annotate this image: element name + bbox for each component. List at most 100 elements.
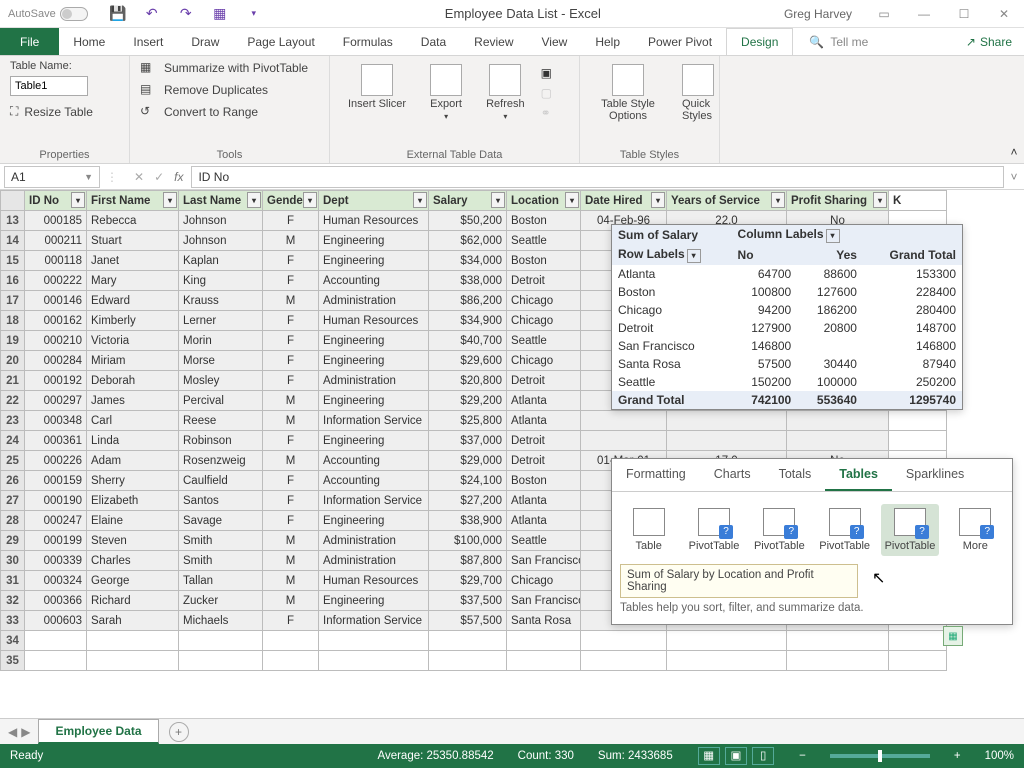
page-break-view-icon[interactable]: ▯ [752, 747, 774, 765]
column-header[interactable]: K [889, 191, 947, 211]
cell[interactable]: $20,800 [429, 371, 507, 391]
cell[interactable]: 000603 [25, 611, 87, 631]
worksheet-grid[interactable]: ID No▾First Name▾Last Name▾Gender▾Dept▾S… [0, 190, 1024, 680]
tab-view[interactable]: View [528, 28, 582, 55]
tablename-input[interactable] [10, 76, 88, 96]
cell[interactable]: Chicago [507, 311, 581, 331]
cell[interactable]: 000159 [25, 471, 87, 491]
cell[interactable]: $40,700 [429, 331, 507, 351]
cell[interactable]: Atlanta [507, 491, 581, 511]
cell[interactable]: Lerner [179, 311, 263, 331]
cell[interactable] [889, 411, 947, 431]
cell[interactable]: 000210 [25, 331, 87, 351]
zoom-out-icon[interactable]: − [799, 750, 806, 762]
cell[interactable]: $87,800 [429, 551, 507, 571]
cell[interactable]: Percival [179, 391, 263, 411]
row-header[interactable]: 22 [1, 391, 25, 411]
cell[interactable]: M [263, 531, 319, 551]
summarize-pivot-button[interactable]: ▦Summarize with PivotTable [140, 60, 319, 76]
cell[interactable]: Administration [319, 291, 429, 311]
cell[interactable]: Engineering [319, 231, 429, 251]
cell[interactable]: F [263, 331, 319, 351]
cell[interactable]: George [87, 571, 179, 591]
convert-range-button[interactable]: ↺Convert to Range [140, 104, 319, 120]
cell[interactable]: 000192 [25, 371, 87, 391]
undo-icon[interactable]: ↶ [144, 6, 160, 22]
column-labels-filter-icon[interactable]: ▾ [826, 229, 840, 243]
cell[interactable] [667, 411, 787, 431]
select-all[interactable] [1, 191, 25, 211]
cancel-icon[interactable]: ✕ [134, 170, 144, 184]
cell[interactable]: Morse [179, 351, 263, 371]
export-button[interactable]: Export▾ [422, 60, 470, 125]
cell[interactable]: Morin [179, 331, 263, 351]
cell[interactable]: F [263, 511, 319, 531]
filter-icon[interactable]: ▾ [651, 192, 665, 208]
cell[interactable]: F [263, 471, 319, 491]
column-header[interactable]: Salary▾ [429, 191, 507, 211]
cell[interactable]: 000185 [25, 211, 87, 231]
autosave-switch[interactable] [60, 7, 88, 21]
cell[interactable]: Detroit [507, 431, 581, 451]
quick-styles-button[interactable]: Quick Styles [674, 60, 722, 126]
tab-design[interactable]: Design [726, 28, 793, 55]
cell[interactable]: $37,000 [429, 431, 507, 451]
qat-icon[interactable]: ▦ [212, 6, 228, 22]
row-header[interactable]: 21 [1, 371, 25, 391]
cell[interactable]: Deborah [87, 371, 179, 391]
cell[interactable]: $29,600 [429, 351, 507, 371]
cell[interactable]: $86,200 [429, 291, 507, 311]
cell[interactable]: James [87, 391, 179, 411]
cell[interactable]: Sarah [87, 611, 179, 631]
cell[interactable]: $62,000 [429, 231, 507, 251]
close-icon[interactable]: ✕ [984, 0, 1024, 28]
cell[interactable]: $34,000 [429, 251, 507, 271]
autosave-toggle[interactable]: AutoSave [8, 7, 88, 21]
row-header[interactable]: 28 [1, 511, 25, 531]
cell[interactable]: Accounting [319, 471, 429, 491]
remove-duplicates-button[interactable]: ▤Remove Duplicates [140, 82, 319, 98]
cell[interactable]: Engineering [319, 251, 429, 271]
cell[interactable]: F [263, 351, 319, 371]
cell[interactable]: Santa Rosa [507, 611, 581, 631]
cell[interactable]: Johnson [179, 231, 263, 251]
cell[interactable]: $34,900 [429, 311, 507, 331]
cell[interactable]: Kaplan [179, 251, 263, 271]
tab-draw[interactable]: Draw [177, 28, 233, 55]
formula-input[interactable]: ID No [191, 166, 1004, 188]
row-header[interactable]: 29 [1, 531, 25, 551]
cell[interactable]: Tallan [179, 571, 263, 591]
column-header[interactable]: Date Hired▾ [581, 191, 667, 211]
page-layout-view-icon[interactable]: ▣ [725, 747, 747, 765]
cell[interactable]: Accounting [319, 451, 429, 471]
cell[interactable]: $29,000 [429, 451, 507, 471]
cell[interactable]: Krauss [179, 291, 263, 311]
column-header[interactable]: Profit Sharing▾ [787, 191, 889, 211]
cell[interactable]: 000222 [25, 271, 87, 291]
cell[interactable]: $57,500 [429, 611, 507, 631]
cell[interactable]: Detroit [507, 451, 581, 471]
table-style-options-button[interactable]: Table Style Options [590, 60, 666, 126]
cell[interactable]: Engineering [319, 431, 429, 451]
cell[interactable]: Miriam [87, 351, 179, 371]
cell[interactable]: 000199 [25, 531, 87, 551]
cell[interactable]: M [263, 411, 319, 431]
cell[interactable]: $37,500 [429, 591, 507, 611]
cell[interactable]: Detroit [507, 271, 581, 291]
cell[interactable]: Information Service [319, 411, 429, 431]
cell[interactable]: Chicago [507, 291, 581, 311]
cell[interactable]: San Francisco [507, 591, 581, 611]
cell[interactable]: 000162 [25, 311, 87, 331]
cell[interactable]: 000297 [25, 391, 87, 411]
quick-analysis-button[interactable]: ▦ [943, 626, 963, 646]
cell[interactable]: Charles [87, 551, 179, 571]
cell[interactable]: Rebecca [87, 211, 179, 231]
row-header[interactable]: 34 [1, 631, 25, 651]
row-labels-filter-icon[interactable]: ▾ [687, 249, 701, 263]
filter-icon[interactable]: ▾ [303, 192, 317, 208]
cell[interactable]: Administration [319, 551, 429, 571]
cell[interactable]: F [263, 251, 319, 271]
row-header[interactable]: 18 [1, 311, 25, 331]
column-header[interactable]: Dept▾ [319, 191, 429, 211]
cell[interactable]: Human Resources [319, 211, 429, 231]
